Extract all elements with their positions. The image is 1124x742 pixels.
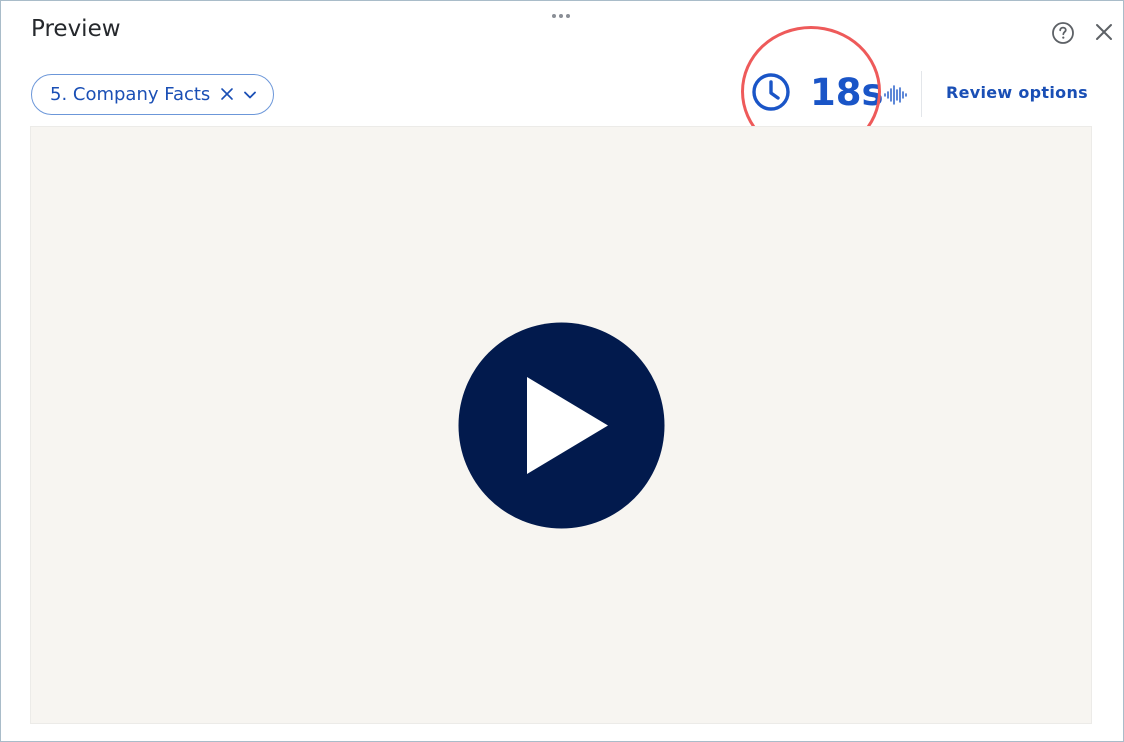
waveform-icon[interactable] xyxy=(884,85,908,105)
section-selector-value: 5. Company Facts xyxy=(50,84,211,105)
play-icon[interactable] xyxy=(458,322,665,529)
drag-handle-icon[interactable] xyxy=(550,11,572,21)
close-button[interactable] xyxy=(1093,21,1115,43)
preview-panel: Preview 5. Company Facts 18s Review opti… xyxy=(0,0,1124,742)
help-button[interactable] xyxy=(1051,21,1075,45)
panel-title: Preview xyxy=(31,16,121,42)
chevron-down-icon[interactable] xyxy=(242,87,258,103)
drag-dot xyxy=(552,14,556,18)
toolbar-divider xyxy=(921,71,922,117)
drag-dot xyxy=(559,14,563,18)
clear-selection-icon[interactable] xyxy=(220,87,234,101)
drag-dot xyxy=(566,14,570,18)
clock-icon xyxy=(752,73,790,111)
close-icon xyxy=(1096,24,1112,40)
video-preview-area[interactable] xyxy=(30,126,1092,724)
duration-value: 18s xyxy=(810,70,884,114)
section-selector[interactable]: 5. Company Facts xyxy=(31,74,274,115)
question-circle-icon xyxy=(1052,22,1074,44)
review-options-button[interactable]: Review options xyxy=(946,83,1088,102)
duration-display: 18s xyxy=(751,69,884,115)
